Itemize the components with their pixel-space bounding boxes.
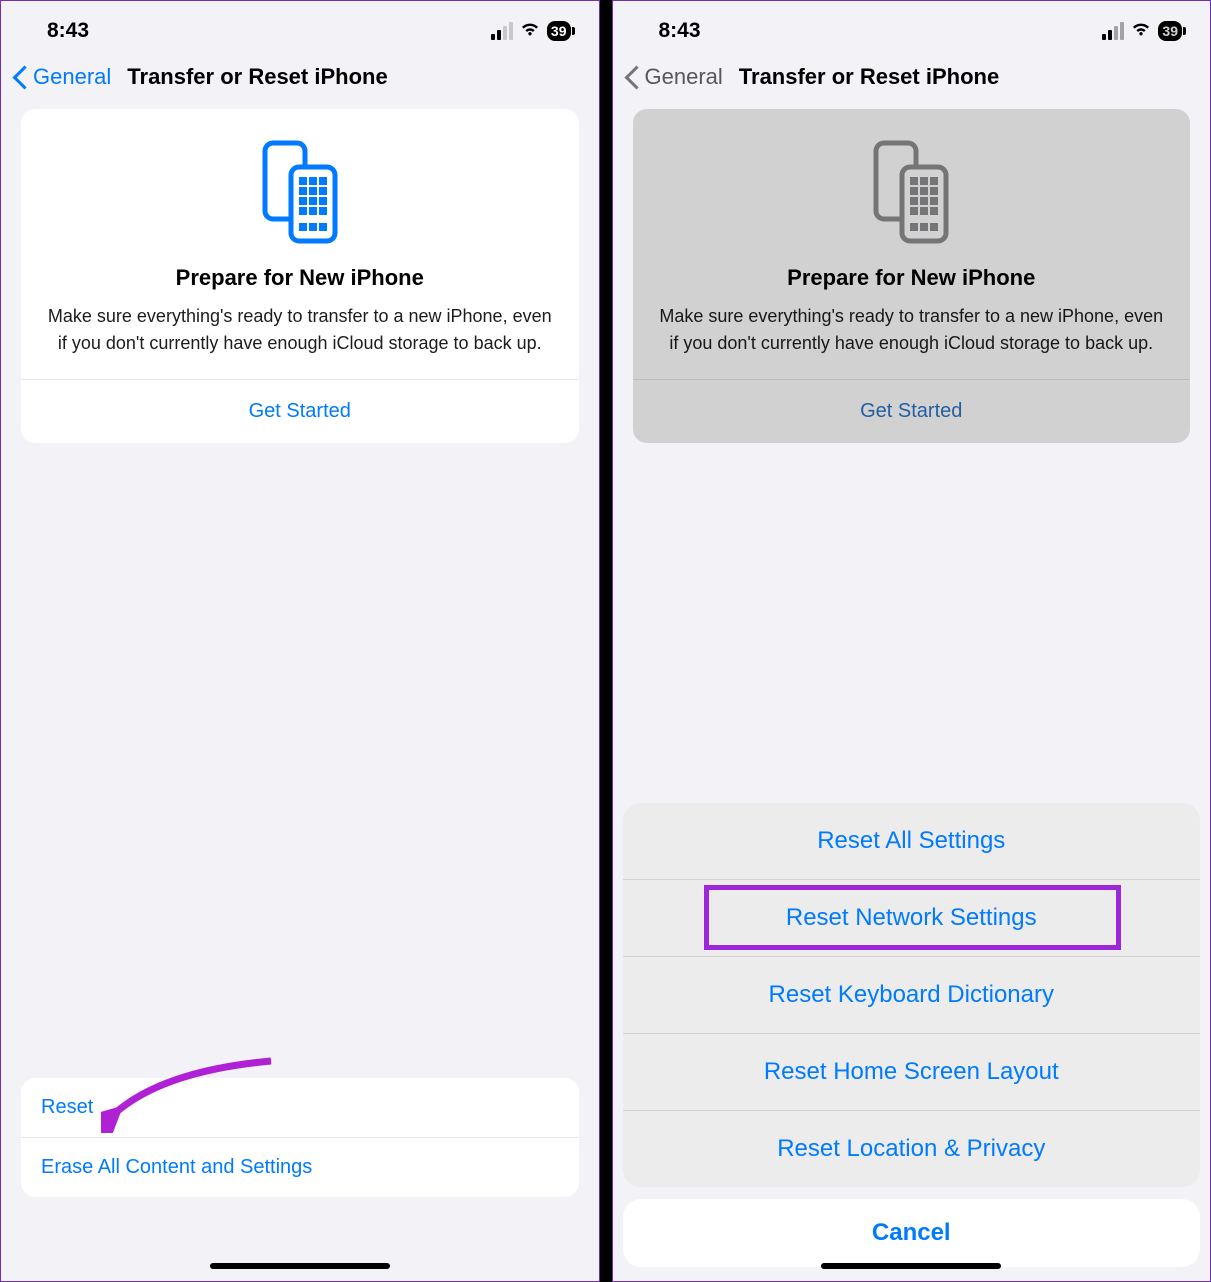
card-body: Make sure everything's ready to transfer… bbox=[45, 303, 555, 357]
prepare-card: Prepare for New iPhone Make sure everyth… bbox=[21, 109, 579, 443]
get-started-button[interactable]: Get Started bbox=[45, 380, 555, 443]
page-title: Transfer or Reset iPhone bbox=[127, 64, 387, 90]
reset-network-settings-button[interactable]: Reset Network Settings bbox=[623, 880, 1201, 957]
card-body: Make sure everything's ready to transfer… bbox=[657, 303, 1167, 357]
cellular-icon bbox=[1102, 22, 1124, 40]
reset-location-privacy-button[interactable]: Reset Location & Privacy bbox=[623, 1111, 1201, 1187]
battery-icon: 39 bbox=[1158, 21, 1182, 41]
action-sheet-options: Reset All Settings Reset Network Setting… bbox=[623, 803, 1201, 1187]
back-chevron-icon[interactable] bbox=[11, 63, 29, 91]
reset-home-screen-layout-button[interactable]: Reset Home Screen Layout bbox=[623, 1034, 1201, 1111]
card-title: Prepare for New iPhone bbox=[45, 265, 555, 291]
screenshot-left: 8:43 39 General Transfer or Reset iPhone bbox=[0, 0, 600, 1282]
status-icons: 39 bbox=[491, 21, 571, 42]
status-bar: 8:43 39 bbox=[613, 1, 1211, 49]
nav-header: General Transfer or Reset iPhone bbox=[613, 49, 1211, 109]
bottom-options: Reset Erase All Content and Settings bbox=[21, 1078, 579, 1197]
transfer-phones-icon bbox=[866, 137, 956, 247]
reset-keyboard-dictionary-button[interactable]: Reset Keyboard Dictionary bbox=[623, 957, 1201, 1034]
get-started-button: Get Started bbox=[657, 380, 1167, 443]
reset-button[interactable]: Reset bbox=[21, 1078, 579, 1138]
wifi-icon bbox=[519, 21, 541, 42]
nav-header: General Transfer or Reset iPhone bbox=[1, 49, 599, 109]
wifi-icon bbox=[1130, 21, 1152, 42]
status-icons: 39 bbox=[1102, 21, 1182, 42]
back-button: General bbox=[645, 64, 723, 90]
status-time: 8:43 bbox=[47, 19, 89, 43]
back-button[interactable]: General bbox=[33, 64, 111, 90]
prepare-card: Prepare for New iPhone Make sure everyth… bbox=[633, 109, 1191, 443]
status-time: 8:43 bbox=[659, 19, 701, 43]
reset-all-settings-button[interactable]: Reset All Settings bbox=[623, 803, 1201, 880]
status-bar: 8:43 39 bbox=[1, 1, 599, 49]
reset-action-sheet: Reset All Settings Reset Network Setting… bbox=[623, 803, 1201, 1267]
battery-icon: 39 bbox=[547, 21, 571, 41]
page-title: Transfer or Reset iPhone bbox=[739, 64, 999, 90]
home-indicator[interactable] bbox=[821, 1263, 1001, 1269]
erase-all-button[interactable]: Erase All Content and Settings bbox=[21, 1138, 579, 1197]
back-chevron-icon bbox=[623, 63, 641, 91]
screenshot-right: 8:43 39 General Transfer or Reset iPhone bbox=[612, 0, 1211, 1282]
home-indicator[interactable] bbox=[210, 1263, 390, 1269]
transfer-phones-icon bbox=[255, 137, 345, 247]
cellular-icon bbox=[491, 22, 513, 40]
card-title: Prepare for New iPhone bbox=[657, 265, 1167, 291]
cancel-button[interactable]: Cancel bbox=[623, 1199, 1201, 1267]
